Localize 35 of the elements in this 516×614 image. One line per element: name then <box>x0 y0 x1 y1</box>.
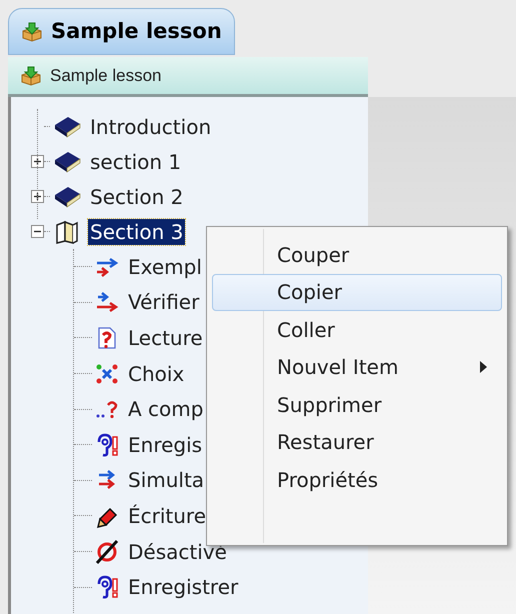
menu-item[interactable]: Restaurer <box>212 424 502 461</box>
tree-item[interactable]: Choix <box>126 360 186 387</box>
open-book-icon <box>54 220 80 244</box>
box-icon <box>20 66 42 86</box>
book-icon <box>52 184 82 208</box>
book-icon <box>52 150 82 174</box>
dots-cross-icon <box>94 362 120 386</box>
tree-item[interactable]: Exempl <box>126 254 204 280</box>
tree-item[interactable]: Section 3 <box>88 218 186 244</box>
tree-item[interactable]: Vérifier <box>126 289 202 316</box>
tree-item[interactable]: Désactivé <box>126 538 229 565</box>
tree-item[interactable]: Introduction <box>88 114 214 140</box>
lesson-header: Sample lesson <box>8 57 368 97</box>
arrows-icon <box>94 290 120 314</box>
tree-item[interactable]: Écriture <box>126 502 208 529</box>
tree-item[interactable]: Lecture <box>126 324 205 351</box>
menu-item[interactable]: Supprimer <box>212 386 502 424</box>
menu-item[interactable]: Copier <box>212 274 502 311</box>
tree-item[interactable]: section 1 <box>88 148 184 174</box>
menu-item[interactable]: Propriétés <box>212 461 502 498</box>
expand-icon[interactable] <box>31 190 44 203</box>
tree-item[interactable]: Simulta <box>126 467 206 494</box>
tree-item[interactable]: Enregistrer <box>126 574 240 600</box>
tree-item[interactable]: Section 2 <box>88 184 186 210</box>
menu-item[interactable]: Nouvel Item <box>212 348 502 386</box>
expand-icon[interactable] <box>31 155 44 168</box>
disabled-icon <box>94 540 120 564</box>
menu-item[interactable]: Coller <box>212 311 502 348</box>
collapse-icon[interactable] <box>31 225 44 238</box>
tree-item[interactable]: Enregis <box>126 432 204 458</box>
box-icon <box>21 22 43 42</box>
menu-item[interactable]: Couper <box>212 236 502 274</box>
tree-item[interactable]: A comp <box>126 396 206 422</box>
lesson-tab[interactable]: Sample lesson <box>8 8 235 55</box>
book-icon <box>52 114 82 138</box>
